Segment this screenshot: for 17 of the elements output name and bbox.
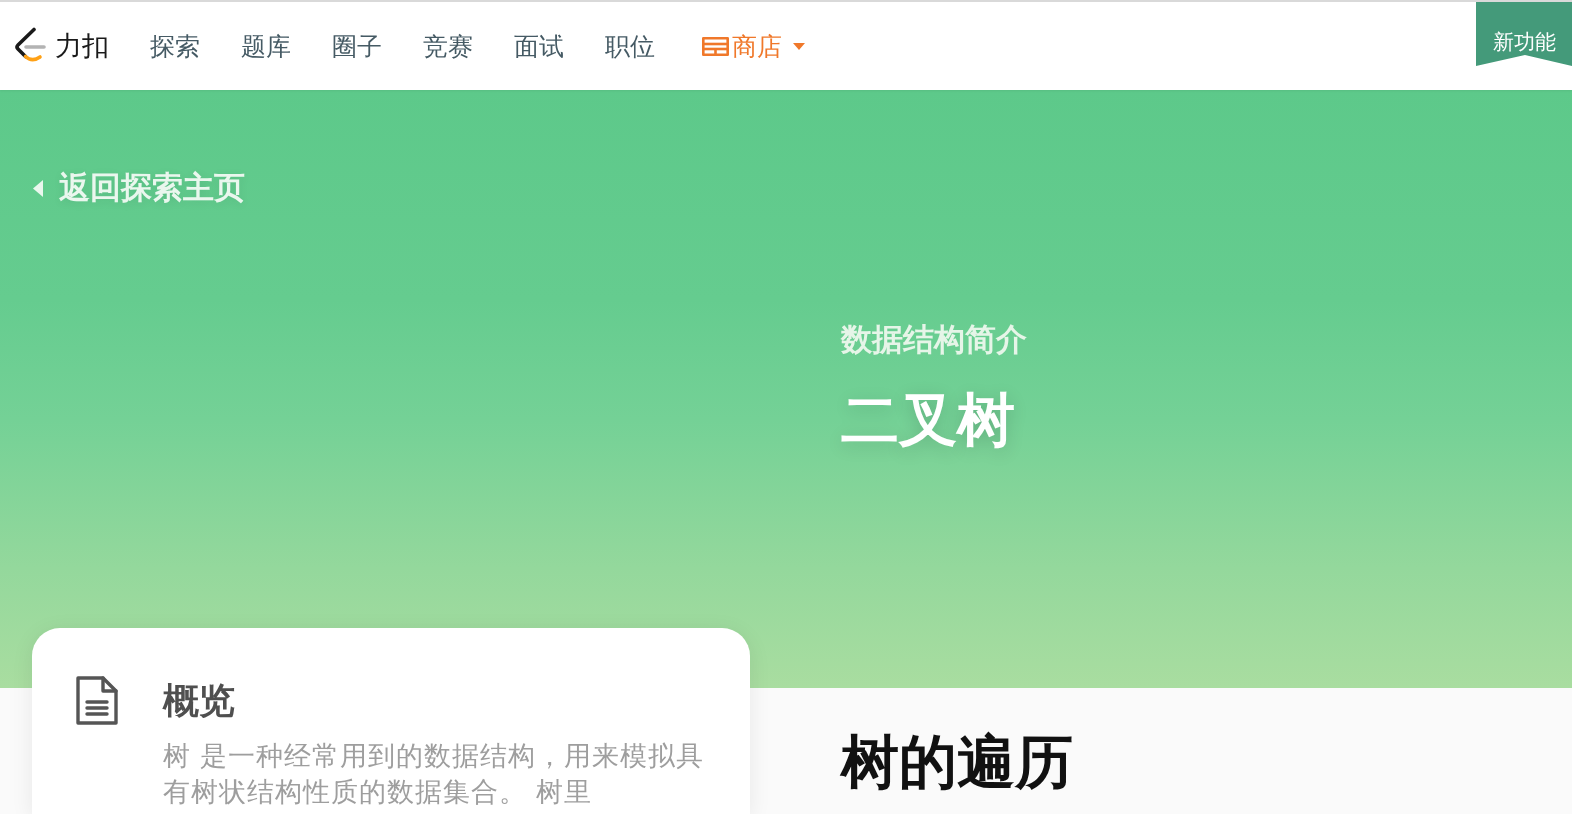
- card-description: 树 是一种经常用到的数据结构，用来模拟具有树状结构性质的数据集合。 树里: [163, 740, 705, 809]
- nav-link[interactable]: 面试: [514, 30, 564, 62]
- overview-card[interactable]: 概览 树 是一种经常用到的数据结构，用来模拟具有树状结构性质的数据集合。 树里: [32, 628, 750, 814]
- nav-link[interactable]: 题库: [241, 30, 291, 62]
- card-title: 概览: [163, 679, 236, 723]
- hero-subtitle: 数据结构简介: [841, 321, 1028, 359]
- document-icon: [76, 676, 118, 725]
- caret-icon: [793, 42, 805, 50]
- storefront-icon: [701, 35, 730, 57]
- section-heading: 树的遍历: [841, 730, 1073, 794]
- hero-title: 二叉树: [841, 386, 1016, 454]
- nav-link[interactable]: 探索: [150, 30, 200, 62]
- nav-link[interactable]: 职位: [605, 30, 655, 62]
- nav-link[interactable]: 圈子: [332, 30, 382, 62]
- brand-name: 力扣: [55, 30, 109, 63]
- nav-link[interactable]: 竞赛: [423, 30, 473, 62]
- caret-left-icon: [33, 179, 43, 197]
